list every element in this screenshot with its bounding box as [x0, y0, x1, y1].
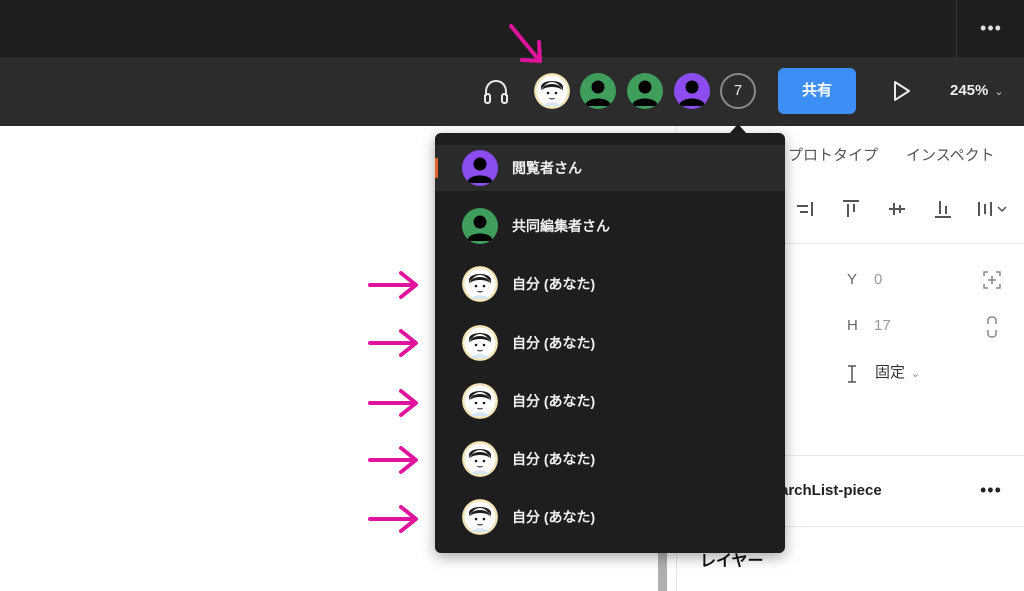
collaborator-name: 自分 (あなた)	[512, 393, 596, 409]
self-avatar-icon	[462, 441, 498, 477]
resize-mode-label: 固定	[875, 364, 906, 381]
tab-prototype[interactable]: プロトタイプ	[788, 146, 878, 166]
align-vertical-center-icon[interactable]	[886, 198, 908, 220]
constraints-icon[interactable]	[982, 270, 1002, 290]
layers-section-title: レイヤー	[700, 553, 764, 570]
purple-user-icon[interactable]	[674, 73, 710, 109]
self-avatar-icon	[462, 266, 498, 302]
h-field[interactable]: 17	[874, 316, 891, 336]
self-avatar-icon	[462, 383, 498, 419]
collaborator-item-self[interactable]: 自分 (あなた)	[435, 436, 785, 482]
play-icon[interactable]	[888, 78, 914, 104]
align-top-icon[interactable]	[840, 198, 862, 220]
more-options-icon[interactable]: •••	[976, 18, 1006, 38]
active-indicator	[435, 158, 438, 178]
green-user-icon	[462, 208, 498, 244]
component-more-icon[interactable]: •••	[980, 480, 1002, 500]
headphones-icon[interactable]	[480, 76, 512, 108]
component-name: archList-piece	[780, 482, 882, 499]
link-icon[interactable]	[985, 314, 999, 340]
annotation-arrow-right-icon	[368, 270, 420, 300]
y-field[interactable]: 0	[874, 270, 882, 290]
collaborator-name: 自分 (あなた)	[512, 276, 596, 292]
resize-mode-dropdown[interactable]: 固定 ⌄	[875, 363, 920, 384]
zoom-level: 245%	[950, 82, 989, 99]
collaborator-name: 閲覧者さん	[512, 160, 582, 176]
self-avatar-icon[interactable]	[534, 73, 570, 109]
align-bottom-icon[interactable]	[932, 198, 954, 220]
chevron-down-icon: ⌄	[911, 368, 921, 380]
collaborator-name: 自分 (あなた)	[512, 335, 596, 351]
collaborator-count-badge[interactable]: 7	[720, 73, 756, 109]
collaborator-item-self[interactable]: 自分 (あなた)	[435, 320, 785, 366]
annotation-arrow-right-icon	[368, 328, 420, 358]
purple-user-icon	[462, 150, 498, 186]
collaborator-item-self[interactable]: 自分 (あなた)	[435, 378, 785, 424]
collaborator-item-self[interactable]: 自分 (あなた)	[435, 494, 785, 540]
y-label: Y	[847, 271, 858, 288]
collaborator-item-viewer[interactable]: 閲覧者さん	[435, 145, 785, 191]
annotation-arrow-right-icon	[368, 388, 420, 418]
collaborator-name: 自分 (あなた)	[512, 451, 596, 467]
text-cursor-icon	[848, 365, 856, 383]
collaborator-item-self[interactable]: 自分 (あなた)	[435, 261, 785, 307]
annotation-arrow-right-icon	[368, 445, 420, 475]
green-user-icon[interactable]	[627, 73, 663, 109]
green-user-icon[interactable]	[580, 73, 616, 109]
share-button[interactable]: 共有	[778, 68, 856, 114]
annotation-arrow-down-icon	[509, 24, 542, 63]
align-right-icon[interactable]	[794, 198, 816, 220]
tab-inspect[interactable]: インスペクト	[906, 146, 995, 166]
chevron-down-icon: ⌄	[994, 86, 1004, 98]
collaborator-item-editor[interactable]: 共同編集者さん	[435, 203, 785, 249]
collaborator-name: 共同編集者さん	[512, 218, 610, 234]
annotation-arrow-right-icon	[368, 504, 420, 534]
distribute-icon[interactable]	[976, 198, 1010, 220]
self-avatar-icon	[462, 325, 498, 361]
h-label: H	[847, 317, 858, 334]
title-bar-divider	[956, 0, 957, 57]
self-avatar-icon	[462, 499, 498, 535]
zoom-dropdown[interactable]: 245% ⌄	[950, 80, 1004, 103]
collaborator-name: 自分 (あなた)	[512, 509, 596, 525]
